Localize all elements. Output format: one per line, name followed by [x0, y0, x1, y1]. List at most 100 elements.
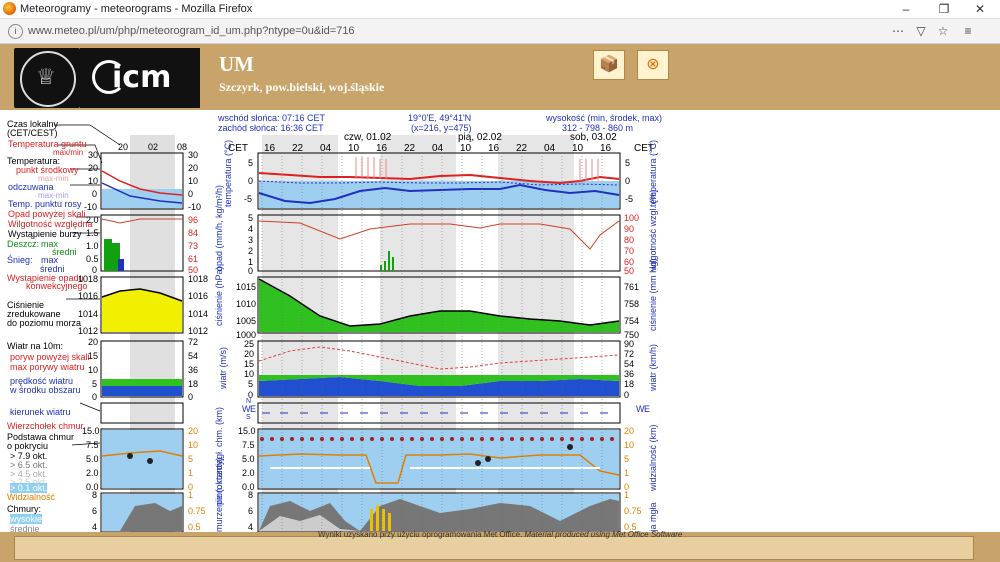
info-icon[interactable]: i	[8, 24, 23, 39]
close-button[interactable]: ⊗	[637, 50, 669, 80]
axis-tick: 30	[188, 150, 199, 160]
axis-tick: 0	[188, 392, 194, 402]
legend-clouds-mid: średnie	[10, 524, 40, 532]
hour-label: 10	[348, 143, 360, 154]
axis-tick: 7.5	[242, 440, 255, 450]
axis-tick: 30	[88, 150, 99, 160]
legend-wind-dir: kierunek wiatru	[10, 407, 71, 417]
axis-tick: 20	[88, 163, 99, 173]
axis-tick: 1016	[78, 291, 99, 301]
pocket-icon[interactable]: ▽	[913, 23, 929, 39]
hour-label: 22	[516, 143, 528, 154]
altitude-label: wysokość (min, środek, max)	[546, 113, 663, 123]
minimize-button[interactable]: –	[894, 1, 918, 17]
legend-cet-cest: (CET/CEST)	[7, 128, 58, 138]
star-icon[interactable]: ☆	[935, 23, 951, 39]
coords: 19°0'E, 49°41'N	[408, 113, 472, 123]
legend-wind-area: w środku obszaru	[10, 385, 81, 395]
eagle-icon: ♕	[36, 64, 56, 89]
axis-tick: 20	[244, 349, 255, 359]
axis-tick: 54	[624, 359, 635, 369]
hour-label: 04	[432, 143, 444, 154]
axis-tick: 5	[188, 454, 194, 464]
axis-tick: 36	[188, 365, 199, 375]
axis-tick: 25	[244, 339, 255, 349]
legend-gust-over: poryw powyżej skali	[10, 352, 90, 362]
axis-title-pressure-right: ciśnienie (mm Hg)	[648, 258, 658, 331]
axis-tick: 10	[244, 369, 255, 379]
legend-wind10: Wiatr na 10m:	[7, 341, 64, 351]
axis-tick: 15.0	[238, 426, 256, 436]
axis-tick: 70	[624, 246, 635, 256]
axis-tick: 5	[248, 158, 254, 168]
dir-label-e-right: E	[644, 404, 651, 414]
hour-label: 16	[376, 143, 388, 154]
axis-tick: 15.0	[82, 426, 100, 436]
legend-gust-max: max porywy wiatru	[10, 362, 85, 372]
axis-tick: 1018	[188, 274, 209, 284]
axis-tick: 5.0	[242, 454, 255, 464]
more-icon[interactable]: ⋯	[890, 23, 906, 39]
uw-logo: ♕	[14, 48, 80, 108]
day-label: czw, 01.02	[344, 132, 392, 143]
axis-tick: 90	[624, 224, 635, 234]
axis-tick: 2.0	[86, 215, 99, 225]
model-title: UM	[219, 52, 254, 76]
axis-tick: 8	[92, 490, 98, 500]
axis-tick: 100	[624, 213, 640, 223]
axis-tick: 61	[188, 254, 199, 264]
axis-tick: 4	[248, 522, 254, 532]
hour-label: 10	[572, 143, 584, 154]
url-field[interactable]: www.meteo.pl/um/php/meteorogram_id_um.ph…	[28, 25, 355, 37]
axis-title-pressure: ciśnienie (hPa)	[214, 266, 224, 326]
credit-text: Wyniki uzyskano przy użyciu oprogramowan…	[318, 530, 683, 539]
axis-tick: 72	[188, 337, 199, 347]
box-icon: 📦	[599, 56, 619, 73]
legend-humidity: Wilgotność względna	[8, 219, 93, 229]
address-bar[interactable]: i www.meteo.pl/um/php/meteorogram_id_um.…	[0, 19, 1000, 44]
axis-tick: 72	[624, 349, 635, 359]
axis-title-fog: frakcja mgła	[648, 502, 658, 532]
axis-title-wind: wiatr (m/s)	[218, 347, 228, 389]
axis-tick: 1012	[188, 326, 209, 336]
close-window-button[interactable]: ✕	[968, 1, 992, 17]
axis-tick: 1	[188, 490, 194, 500]
maximize-button[interactable]: ❐	[932, 1, 956, 17]
axis-tick: 10	[88, 365, 99, 375]
legend-cloud-base2: o pokryciu	[7, 441, 49, 451]
archive-button[interactable]: 📦	[593, 50, 625, 80]
axis-tick: 0	[624, 390, 630, 400]
legend-hour: 08	[177, 142, 188, 152]
legend-precip-over: Opad powyżej skali	[8, 209, 86, 219]
axis-tick: 8	[248, 490, 254, 500]
day-label: pią, 02.02	[458, 132, 502, 143]
axis-tick: 0	[92, 392, 98, 402]
axis-tick: -10	[188, 202, 202, 212]
axis-tick: 2.0	[242, 468, 255, 478]
axis-tick: 754	[624, 316, 640, 326]
legend-dew: Temp. punktu rosy	[8, 199, 82, 209]
axis-tick: 84	[188, 228, 199, 238]
axis-tick: 36	[624, 369, 635, 379]
hour-label: 04	[320, 143, 332, 154]
meteogram: Czas lokalny (CET/CEST) Temperatura grun…	[0, 111, 1000, 532]
axis-tick: 0.5	[188, 522, 201, 532]
menu-icon[interactable]: ≡	[960, 23, 976, 39]
axis-tick: 5.0	[86, 454, 99, 464]
legend-hour: 02	[148, 142, 159, 152]
axis-tick: 0.5	[86, 254, 99, 264]
axis-tick: 1014	[188, 309, 209, 319]
axis-tick: 0	[625, 176, 631, 186]
axis-tick: 0	[188, 189, 194, 199]
sunrise: wschód słońca: 07:16 CET	[218, 113, 326, 123]
day-label: sob, 03.02	[570, 132, 617, 143]
axis-tick: 80	[624, 235, 635, 245]
axis-tick: 90	[624, 339, 635, 349]
axis-tick: 1010	[236, 299, 257, 309]
axis-tick: 4	[92, 522, 98, 532]
axis-tick: 6	[92, 506, 98, 516]
axis-tick: 0	[92, 189, 98, 199]
hour-label: 16	[600, 143, 612, 154]
axis-tick: 6	[248, 506, 254, 516]
axis-tick: -5	[244, 194, 253, 204]
